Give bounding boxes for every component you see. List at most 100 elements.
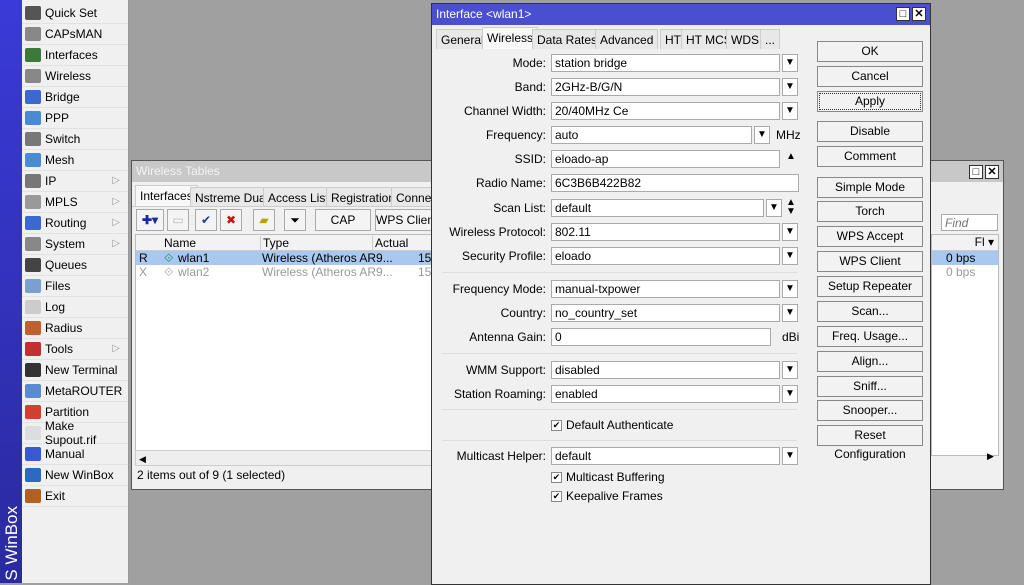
sidebar-item-radius[interactable]: Radius bbox=[22, 318, 128, 339]
col-fl[interactable]: Fl bbox=[975, 235, 985, 249]
antenna-gain-field[interactable]: 0 bbox=[551, 328, 771, 346]
ssid-field[interactable]: eloado-ap bbox=[551, 150, 780, 168]
remove-button[interactable]: ▭ bbox=[167, 209, 189, 231]
security-profile-field[interactable]: eloado bbox=[551, 247, 780, 265]
cap-button[interactable]: CAP bbox=[315, 209, 371, 231]
sidebar-item-routing[interactable]: Routing ▷ bbox=[22, 213, 128, 234]
disable-button[interactable]: Disable bbox=[817, 121, 923, 142]
station-roaming-field[interactable]: enabled bbox=[551, 385, 780, 403]
table-row[interactable]: R ⟐ wlan1 Wireless (Atheros AR9... 150 bbox=[136, 251, 438, 265]
dropdown-arrow-icon[interactable]: ▼ bbox=[782, 361, 798, 379]
find-input[interactable] bbox=[941, 214, 998, 231]
tab-interfaces[interactable]: Interfaces bbox=[135, 185, 198, 207]
dropdown-arrow-icon[interactable]: ▼ bbox=[782, 223, 798, 241]
torch-button[interactable]: Torch bbox=[817, 201, 923, 222]
default-authenticate-checkbox[interactable]: ✔ Default Authenticate bbox=[551, 418, 673, 432]
scan-button[interactable]: Scan... bbox=[817, 301, 923, 322]
wps-accept-button[interactable]: WPS Accept bbox=[817, 226, 923, 247]
comment-button[interactable]: Comment bbox=[817, 146, 923, 167]
align-button[interactable]: Align... bbox=[817, 351, 923, 372]
sidebar-item-new-terminal[interactable]: New Terminal bbox=[22, 360, 128, 381]
col-name[interactable]: Name bbox=[164, 236, 196, 250]
dropdown-arrow-icon[interactable]: ▼ bbox=[782, 280, 798, 298]
col-type[interactable]: Type bbox=[260, 236, 289, 250]
tab-access-list[interactable]: Access List bbox=[263, 187, 334, 207]
cancel-button[interactable]: Cancel bbox=[817, 66, 923, 87]
sidebar-item-switch[interactable]: Switch bbox=[22, 129, 128, 150]
frequency-field[interactable]: auto bbox=[551, 126, 752, 144]
sidebar-item-quick-set[interactable]: Quick Set bbox=[22, 3, 128, 24]
simple-mode-button[interactable]: Simple Mode bbox=[817, 177, 923, 198]
setup-repeater-button[interactable]: Setup Repeater bbox=[817, 276, 923, 297]
country-field[interactable]: no_country_set bbox=[551, 304, 780, 322]
dropdown-arrow-icon[interactable]: ▼ bbox=[782, 304, 798, 322]
radio-name-field[interactable]: 6C3B6B422B82 bbox=[551, 174, 799, 192]
sidebar-item-wireless[interactable]: Wireless bbox=[22, 66, 128, 87]
comment-button[interactable]: ▰ bbox=[253, 209, 275, 231]
apply-button[interactable]: Apply bbox=[817, 91, 923, 112]
enable-button[interactable]: ✔ bbox=[195, 209, 217, 231]
dropdown-arrow-icon[interactable]: ▼ bbox=[782, 102, 798, 120]
horizontal-scrollbar[interactable]: ◀ bbox=[135, 450, 432, 466]
sidebar-item-metarouter[interactable]: MetaROUTER bbox=[22, 381, 128, 402]
ok-button[interactable]: OK bbox=[817, 41, 923, 62]
dropdown-arrow-icon[interactable]: ▼ bbox=[782, 385, 798, 403]
expand-updown-icon[interactable]: ▲ ▼ bbox=[786, 198, 796, 217]
multicast-buffering-checkbox[interactable]: ✔ Multicast Buffering bbox=[551, 470, 665, 484]
checkbox-check-icon[interactable]: ✔ bbox=[551, 419, 562, 431]
sidebar-item-mesh[interactable]: Mesh bbox=[22, 150, 128, 171]
column-menu-icon[interactable]: ▾ bbox=[988, 235, 994, 249]
keepalive-frames-checkbox[interactable]: ✔ Keepalive Frames bbox=[551, 489, 663, 503]
sidebar-item-interfaces[interactable]: Interfaces bbox=[22, 45, 128, 66]
sidebar-item-system[interactable]: System ▷ bbox=[22, 234, 128, 255]
dropdown-arrow-icon[interactable]: ▼ bbox=[782, 447, 798, 465]
tab-nstreme-dual[interactable]: Nstreme Dual bbox=[190, 187, 274, 207]
dropdown-arrow-icon[interactable]: ▼ bbox=[782, 247, 798, 265]
maximize-button[interactable]: □ bbox=[969, 165, 983, 179]
wps-client-button[interactable]: WPS Client bbox=[817, 251, 923, 272]
scan-list-field[interactable]: default bbox=[551, 199, 764, 217]
channel-width-field[interactable]: 20/40MHz Ce bbox=[551, 102, 780, 120]
freq-usage-button[interactable]: Freq. Usage... bbox=[817, 326, 923, 347]
sidebar-item-mpls[interactable]: MPLS ▷ bbox=[22, 192, 128, 213]
table-row[interactable]: X ⟐ wlan2 Wireless (Atheros AR9... 150 bbox=[136, 265, 438, 279]
reset-configuration-button[interactable]: Reset Configuration bbox=[817, 425, 923, 461]
tab-registration[interactable]: Registration bbox=[326, 187, 401, 207]
scroll-right-icon[interactable]: ▶ bbox=[987, 451, 994, 462]
mode-field[interactable]: station bridge bbox=[551, 54, 780, 72]
collapse-up-icon[interactable]: ▲ bbox=[786, 151, 796, 162]
sidebar-item-ip[interactable]: IP ▷ bbox=[22, 171, 128, 192]
sidebar-item-capsman[interactable]: CAPsMAN bbox=[22, 24, 128, 45]
band-field[interactable]: 2GHz-B/G/N bbox=[551, 78, 780, 96]
sniff-button[interactable]: Sniff... bbox=[817, 376, 923, 397]
add-button[interactable]: ✚▾ bbox=[136, 209, 164, 231]
sidebar-item-tools[interactable]: Tools ▷ bbox=[22, 339, 128, 360]
sidebar-item-files[interactable]: Files bbox=[22, 276, 128, 297]
sidebar-item-new-winbox[interactable]: New WinBox bbox=[22, 465, 128, 486]
checkbox-check-icon[interactable]: ✔ bbox=[551, 490, 562, 502]
filter-button[interactable]: ⏷ bbox=[284, 209, 306, 231]
dropdown-arrow-icon[interactable]: ▼ bbox=[766, 199, 782, 217]
sidebar-item-queues[interactable]: Queues bbox=[22, 255, 128, 276]
sidebar-item-log[interactable]: Log bbox=[22, 297, 128, 318]
wps-client-button[interactable]: WPS Client bbox=[375, 209, 435, 231]
sidebar-item-manual[interactable]: Manual bbox=[22, 444, 128, 465]
snooper-button[interactable]: Snooper... bbox=[817, 400, 923, 421]
close-button[interactable]: ✕ bbox=[985, 165, 999, 179]
frequency-mode-field[interactable]: manual-txpower bbox=[551, 280, 780, 298]
sidebar-item-ppp[interactable]: PPP bbox=[22, 108, 128, 129]
disable-button[interactable]: ✖ bbox=[220, 209, 242, 231]
dropdown-arrow-icon[interactable]: ▼ bbox=[782, 54, 798, 72]
sidebar-item-bridge[interactable]: Bridge bbox=[22, 87, 128, 108]
wmm-support-field[interactable]: disabled bbox=[551, 361, 780, 379]
close-button[interactable]: ✕ bbox=[912, 7, 926, 21]
checkbox-check-icon[interactable]: ✔ bbox=[551, 471, 562, 483]
scroll-left-icon[interactable]: ◀ bbox=[136, 454, 146, 464]
sidebar-item-exit[interactable]: Exit bbox=[22, 486, 128, 507]
dropdown-arrow-icon[interactable]: ▼ bbox=[782, 78, 798, 96]
maximize-button[interactable]: □ bbox=[896, 7, 910, 21]
dropdown-arrow-icon[interactable]: ▼ bbox=[754, 126, 770, 144]
sidebar-item-make-supout-rif[interactable]: Make Supout.rif bbox=[22, 419, 128, 447]
wireless-protocol-field[interactable]: 802.11 bbox=[551, 223, 780, 241]
multicast-helper-field[interactable]: default bbox=[551, 447, 780, 465]
